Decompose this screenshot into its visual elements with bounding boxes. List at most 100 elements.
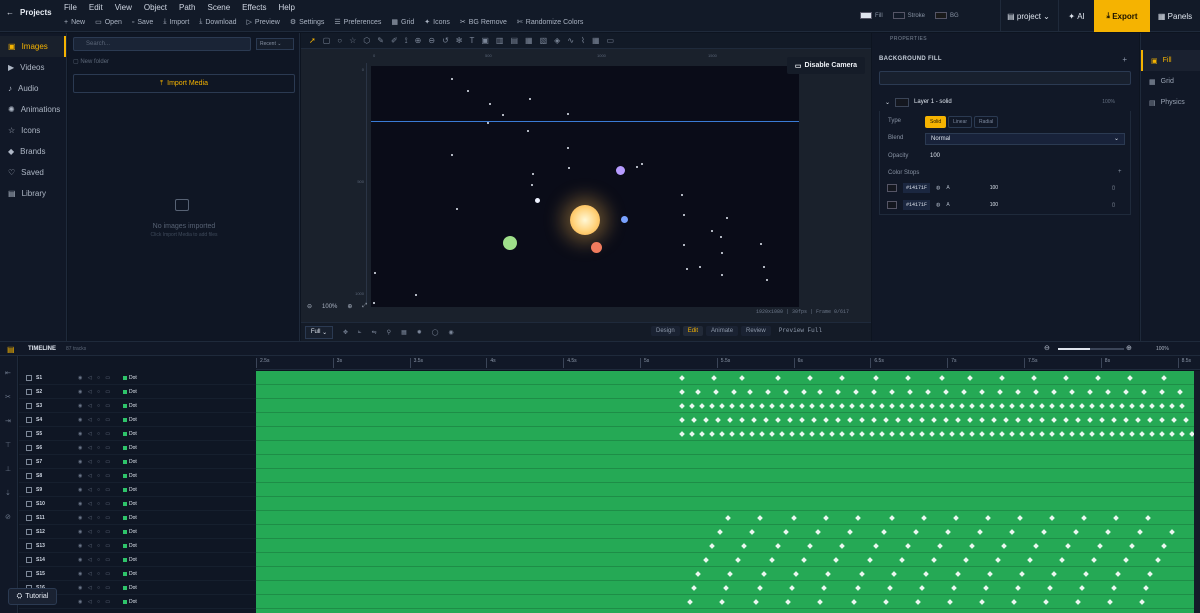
keyframe[interactable] bbox=[783, 529, 789, 535]
keyframe[interactable] bbox=[819, 431, 825, 437]
keyframe[interactable] bbox=[1051, 417, 1057, 423]
keyframe[interactable] bbox=[1111, 417, 1117, 423]
keyframe[interactable] bbox=[949, 431, 955, 437]
timeline-zoom-slider[interactable] bbox=[1058, 348, 1124, 350]
keyframe[interactable] bbox=[699, 431, 705, 437]
keyframe[interactable] bbox=[691, 417, 697, 423]
keyframe[interactable] bbox=[1159, 389, 1165, 395]
tab-physics[interactable]: ▤ Physics bbox=[1141, 92, 1200, 113]
keyframe[interactable] bbox=[913, 529, 919, 535]
keyframe[interactable] bbox=[699, 403, 705, 409]
keyframe[interactable] bbox=[757, 585, 763, 591]
timeline-zoom-in-icon[interactable]: ⊕ bbox=[1126, 344, 1132, 352]
keyframe[interactable] bbox=[989, 431, 995, 437]
keyframe[interactable] bbox=[759, 403, 765, 409]
keyframe[interactable] bbox=[997, 389, 1003, 395]
keyframe[interactable] bbox=[769, 557, 775, 563]
track-checkbox[interactable] bbox=[26, 542, 32, 549]
minus-icon[interactable]: ⊖ bbox=[428, 36, 435, 45]
track-checkbox[interactable] bbox=[26, 514, 32, 521]
track-controls[interactable]: ◉ ◁ ○ ▭ bbox=[78, 459, 123, 465]
keyframe[interactable] bbox=[749, 431, 755, 437]
keyframe[interactable] bbox=[1049, 403, 1055, 409]
menu-scene[interactable]: Scene bbox=[207, 3, 230, 12]
preview-full-button[interactable]: Preview Full bbox=[774, 325, 827, 336]
keyframe[interactable] bbox=[839, 375, 845, 381]
menu-help[interactable]: Help bbox=[278, 3, 294, 12]
video-icon[interactable]: ▭ bbox=[607, 36, 615, 45]
keyframe[interactable] bbox=[1033, 389, 1039, 395]
type-solid[interactable]: Solid bbox=[925, 116, 947, 128]
keyframe[interactable] bbox=[899, 431, 905, 437]
track-checkbox[interactable] bbox=[26, 458, 32, 465]
track-row[interactable]: S4 ◉ ◁ ○ ▭ Dot bbox=[19, 413, 256, 427]
keyframe-lane[interactable] bbox=[256, 497, 1194, 511]
sun-icon[interactable]: ✹ bbox=[417, 329, 422, 336]
keyframe[interactable] bbox=[905, 543, 911, 549]
toolbar-import[interactable]: ⤓ Import bbox=[163, 18, 189, 26]
keyframe[interactable] bbox=[1139, 599, 1145, 605]
track-row[interactable]: S8 ◉ ◁ ○ ▭ Dot bbox=[19, 469, 256, 483]
keyframe[interactable] bbox=[789, 403, 795, 409]
keyframe[interactable] bbox=[817, 599, 823, 605]
keyframe[interactable] bbox=[729, 431, 735, 437]
view-select[interactable]: Full ⌄ bbox=[305, 325, 333, 339]
keyframe[interactable] bbox=[859, 417, 865, 423]
node-tool-icon[interactable]: ⟟ bbox=[405, 36, 408, 46]
keyframe[interactable] bbox=[855, 585, 861, 591]
keyframe[interactable] bbox=[715, 417, 721, 423]
timeline-scrollbar[interactable] bbox=[1194, 371, 1200, 613]
keyframe[interactable] bbox=[879, 431, 885, 437]
keyframe[interactable] bbox=[1079, 431, 1085, 437]
keyframe[interactable] bbox=[953, 515, 959, 521]
keyframe[interactable] bbox=[1027, 557, 1033, 563]
keyframe[interactable] bbox=[919, 417, 925, 423]
track-row[interactable]: S1 ◉ ◁ ○ ▭ Dot bbox=[19, 371, 256, 385]
keyframe[interactable] bbox=[889, 431, 895, 437]
keyframe[interactable] bbox=[679, 431, 685, 437]
track-checkbox[interactable] bbox=[26, 570, 32, 577]
track-controls[interactable]: ◉ ◁ ○ ▭ bbox=[78, 445, 123, 451]
nav-icons[interactable]: ☆ Icons bbox=[0, 120, 66, 141]
keyframe[interactable] bbox=[1059, 557, 1065, 563]
keyframe[interactable] bbox=[731, 389, 737, 395]
keyframe[interactable] bbox=[1155, 557, 1161, 563]
circle-tool-icon[interactable]: ○ bbox=[337, 36, 342, 45]
keyframe[interactable] bbox=[1179, 403, 1185, 409]
track-checkbox[interactable] bbox=[26, 430, 32, 437]
track-controls[interactable]: ◉ ◁ ○ ▭ bbox=[78, 515, 123, 521]
magnet-icon[interactable]: ⚲ bbox=[387, 329, 391, 336]
eyedropper-icon[interactable]: ◍ bbox=[936, 185, 940, 191]
keyframe[interactable] bbox=[1143, 585, 1149, 591]
keyframe-lane[interactable] bbox=[256, 595, 1194, 609]
keyframe[interactable] bbox=[783, 389, 789, 395]
track-row[interactable]: S11 ◉ ◁ ○ ▭ Dot bbox=[19, 511, 256, 525]
keyframe[interactable] bbox=[689, 403, 695, 409]
keyframe[interactable] bbox=[1063, 417, 1069, 423]
keyframe[interactable] bbox=[789, 431, 795, 437]
keyframe[interactable] bbox=[1027, 417, 1033, 423]
keyframe[interactable] bbox=[955, 571, 961, 577]
keyframe[interactable] bbox=[775, 417, 781, 423]
keyframe[interactable] bbox=[695, 389, 701, 395]
move-icon[interactable]: ✥ bbox=[343, 329, 348, 336]
keyframe[interactable] bbox=[1011, 599, 1017, 605]
menu-path[interactable]: Path bbox=[179, 3, 195, 12]
keyframe[interactable] bbox=[809, 403, 815, 409]
new-folder-button[interactable]: ▢ New folder bbox=[73, 58, 109, 65]
keyframe[interactable] bbox=[679, 417, 685, 423]
nav-library[interactable]: ▤ Library bbox=[0, 183, 66, 204]
keyframe[interactable] bbox=[769, 431, 775, 437]
keyframe[interactable] bbox=[899, 403, 905, 409]
keyframe[interactable] bbox=[979, 431, 985, 437]
keyframe[interactable] bbox=[1129, 403, 1135, 409]
keyframe[interactable] bbox=[1079, 403, 1085, 409]
keyframe[interactable] bbox=[679, 389, 685, 395]
track-controls[interactable]: ◉ ◁ ○ ▭ bbox=[78, 543, 123, 549]
keyframe[interactable] bbox=[775, 543, 781, 549]
keyframe[interactable] bbox=[1017, 515, 1023, 521]
keyframe[interactable] bbox=[979, 417, 985, 423]
track-row[interactable]: S10 ◉ ◁ ○ ▭ Dot bbox=[19, 497, 256, 511]
keyframe[interactable] bbox=[1065, 543, 1071, 549]
keyframe[interactable] bbox=[869, 403, 875, 409]
